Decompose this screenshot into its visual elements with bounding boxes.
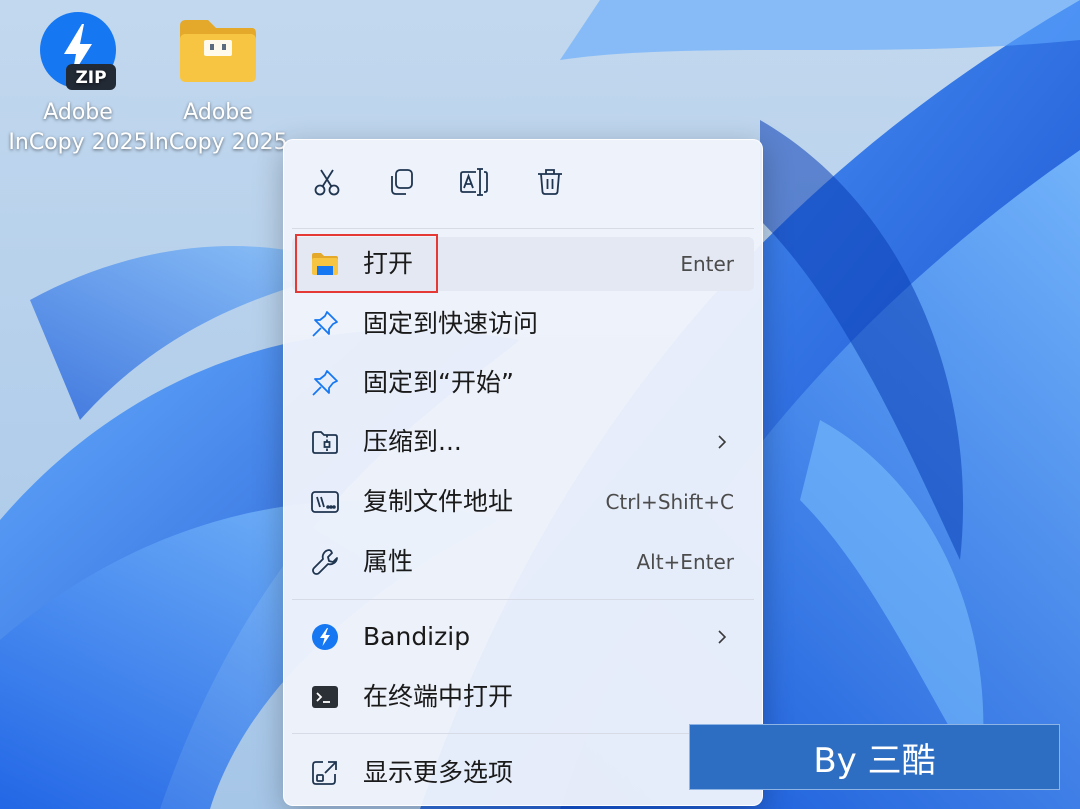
watermark-badge: By 三酷 (689, 724, 1060, 790)
rename-icon (460, 168, 488, 196)
menu-item-pin-start[interactable]: 固定到“开始” (292, 356, 754, 410)
copy-icon (391, 169, 413, 195)
context-menu-toolbar (284, 140, 764, 228)
rename-button[interactable] (454, 162, 494, 202)
desktop-icon-label-line2: InCopy 2025 (148, 130, 288, 155)
menu-item-label: 复制文件地址 (363, 487, 514, 516)
watermark-text: By 三酷 (813, 740, 936, 781)
menu-item-shortcut: Enter (680, 252, 734, 276)
menu-item-open-in-terminal[interactable]: 在终端中打开 (292, 670, 754, 724)
delete-icon (538, 169, 562, 195)
copy-path-icon (311, 491, 339, 513)
wrench-icon (312, 549, 338, 575)
desktop-icon-label-line2: InCopy 2025 (8, 130, 148, 155)
menu-item-bandizip[interactable]: Bandizip (292, 610, 754, 664)
desktop-icon-label-line1: Adobe (183, 100, 253, 125)
pin-icon (312, 370, 338, 396)
menu-item-label: 在终端中打开 (363, 682, 514, 711)
menu-separator (292, 228, 754, 229)
copy-button[interactable] (381, 162, 421, 202)
menu-item-label: Bandizip (363, 622, 471, 651)
menu-item-shortcut: Alt+Enter (636, 550, 734, 574)
folder-icon (180, 20, 256, 82)
zip-archive-icon: ZIP (40, 12, 116, 90)
menu-item-copy-path[interactable]: 复制文件地址 Ctrl+Shift+C (292, 475, 754, 529)
menu-item-pin-quick-access[interactable]: 固定到快速访问 (292, 297, 754, 351)
menu-item-label: 压缩到... (363, 427, 462, 456)
menu-item-properties[interactable]: 属性 Alt+Enter (292, 535, 754, 589)
zip-badge-text: ZIP (75, 68, 106, 88)
desktop-icon-zip[interactable]: ZIP Adobe InCopy 2025 (8, 10, 148, 158)
menu-item-compress-to[interactable]: 压缩到... (292, 415, 754, 469)
menu-item-shortcut: Ctrl+Shift+C (605, 490, 734, 514)
highlight-annotation-box (295, 234, 438, 293)
cut-icon (314, 169, 340, 196)
pin-icon (312, 311, 338, 337)
menu-item-label: 固定到“开始” (363, 368, 514, 397)
menu-item-show-more-options[interactable]: 显示更多选项 (292, 746, 754, 800)
delete-button[interactable] (530, 162, 570, 202)
menu-separator (292, 599, 754, 600)
menu-item-label: 固定到快速访问 (363, 309, 539, 338)
desktop-icon-label-line1: Adobe (43, 100, 113, 125)
menu-separator (292, 733, 754, 734)
chevron-right-icon (718, 630, 727, 644)
desktop-icon-folder[interactable]: Adobe InCopy 2025 (148, 10, 288, 158)
menu-item-label: 显示更多选项 (363, 758, 514, 787)
cut-button[interactable] (307, 162, 347, 202)
bandizip-icon (312, 624, 338, 650)
menu-item-label: 属性 (363, 547, 414, 576)
chevron-right-icon (718, 435, 727, 449)
terminal-icon (312, 686, 338, 708)
more-options-icon (312, 761, 337, 785)
zip-folder-icon (312, 431, 338, 454)
